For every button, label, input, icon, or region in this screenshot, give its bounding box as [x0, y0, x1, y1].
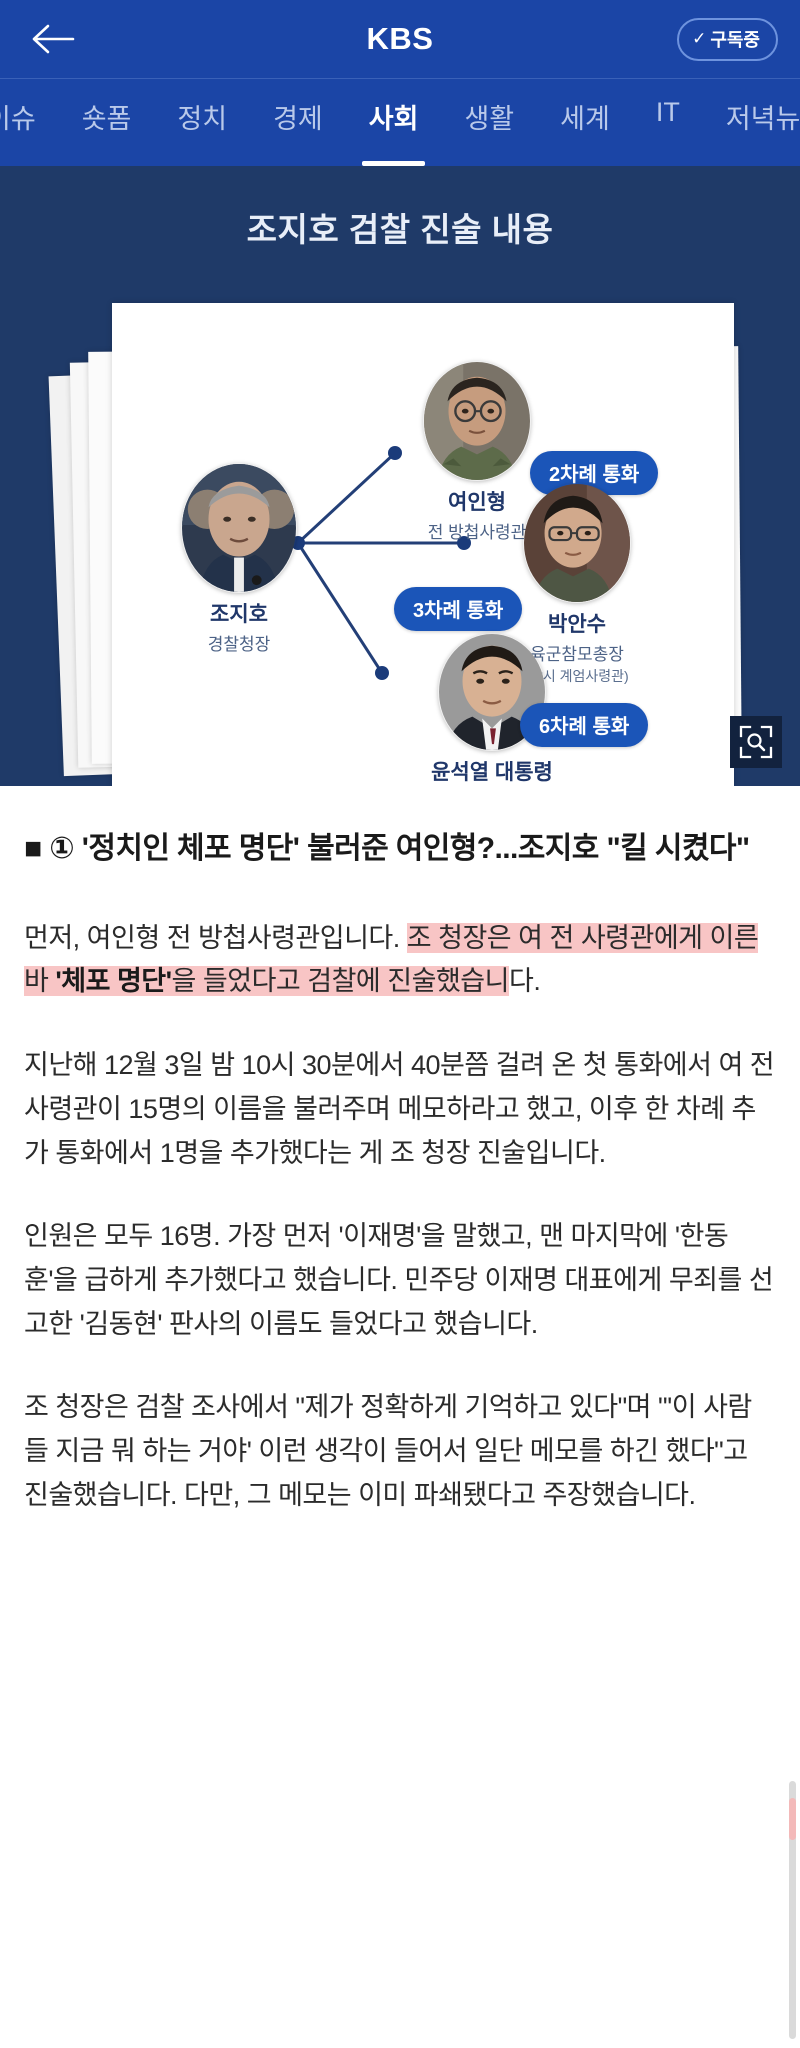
avatar-park-ansu [523, 483, 631, 603]
article-paragraph-2: 지난해 12월 3일 밤 10시 30분에서 40분쯤 걸려 온 첫 통화에서 … [24, 1050, 775, 1168]
back-button[interactable] [22, 8, 84, 70]
category-tabbar[interactable]: 이슈숏폼정치경제사회생활세계IT저녁뉴스 [0, 78, 800, 166]
arrow-left-icon [32, 24, 75, 54]
tab-저녁뉴스[interactable]: 저녁뉴스 [703, 97, 800, 166]
tab-이슈[interactable]: 이슈 [0, 97, 59, 166]
paragraph-1-plain-before: 먼저, 여인형 전 방첩사령관입니다. [24, 922, 407, 953]
article-heading: ■ ① '정치인 체포 명단' 불러준 여인형?...조지호 "킬 시켰다" [24, 832, 750, 865]
image-expand-button[interactable] [730, 716, 782, 768]
relationship-diagram: 조지호 경찰청장 여인형 전 방첩사령관 2차례 통화 박안수 육군참모총장 (… [112, 303, 734, 786]
paragraph-1-plain-after: 다. [508, 966, 541, 997]
app-header: KBS ✓ 구독중 [0, 0, 800, 78]
paragraph-1-highlight-bold: '체포 명단' [55, 966, 172, 997]
check-icon: ✓ [692, 29, 707, 48]
call-count-badge-3: 6차례 통화 [520, 703, 649, 747]
tab-사회[interactable]: 사회 [346, 97, 442, 166]
call-count-badge-2: 3차례 통화 [394, 587, 523, 631]
tab-정치[interactable]: 정치 [154, 97, 250, 166]
diagram-node-source: 조지호 경찰청장 [154, 463, 324, 655]
subscribe-button[interactable]: ✓ 구독중 [677, 17, 778, 61]
tab-생활[interactable]: 생활 [441, 97, 537, 166]
tab-세계[interactable]: 세계 [537, 97, 633, 166]
article-paragraph-3: 인원은 모두 16명. 가장 먼저 '이재명'을 말했고, 맨 마지막에 '한동… [24, 1221, 774, 1339]
avatar-jo-jiho [181, 463, 297, 593]
article-infographic[interactable]: 조지호 검찰 진술 내용 조지호 경찰청장 여인형 전 방첩사령관 2차례 통화… [0, 166, 800, 786]
node-name: 조지호 [210, 603, 268, 626]
news-article-screen: KBS ✓ 구독중 이슈숏폼정치경제사회생활세계IT저녁뉴스 조지호 검찰 진술… [0, 0, 800, 2048]
subscribe-label: 구독중 [710, 29, 760, 50]
avatar-yeo-inhyung [423, 361, 531, 481]
node-role: 경찰청장 [207, 635, 271, 654]
tab-숏폼[interactable]: 숏폼 [59, 97, 155, 166]
scrollbar-thumb[interactable] [789, 1798, 796, 1840]
tab-경제[interactable]: 경제 [250, 97, 346, 166]
paragraph-1-highlight-2: 을 들었다고 검찰에 진술했습니 [171, 966, 509, 997]
article-paragraph-4: 조 청장은 검찰 조사에서 "제가 정확하게 기억하고 있다"며 "'이 사람들… [24, 1392, 752, 1510]
expand-search-icon [739, 725, 773, 759]
article-body: ■ ① '정치인 체포 명단' 불러준 여인형?...조지호 "킬 시켰다" 먼… [0, 786, 800, 2039]
node-name: 윤석열 대통령 [431, 761, 553, 784]
tab-IT[interactable]: IT [633, 97, 703, 166]
article-paragraph-1: 먼저, 여인형 전 방첩사령관입니다. 조 청장은 여 전 사령관에게 이른바 … [24, 917, 776, 1004]
